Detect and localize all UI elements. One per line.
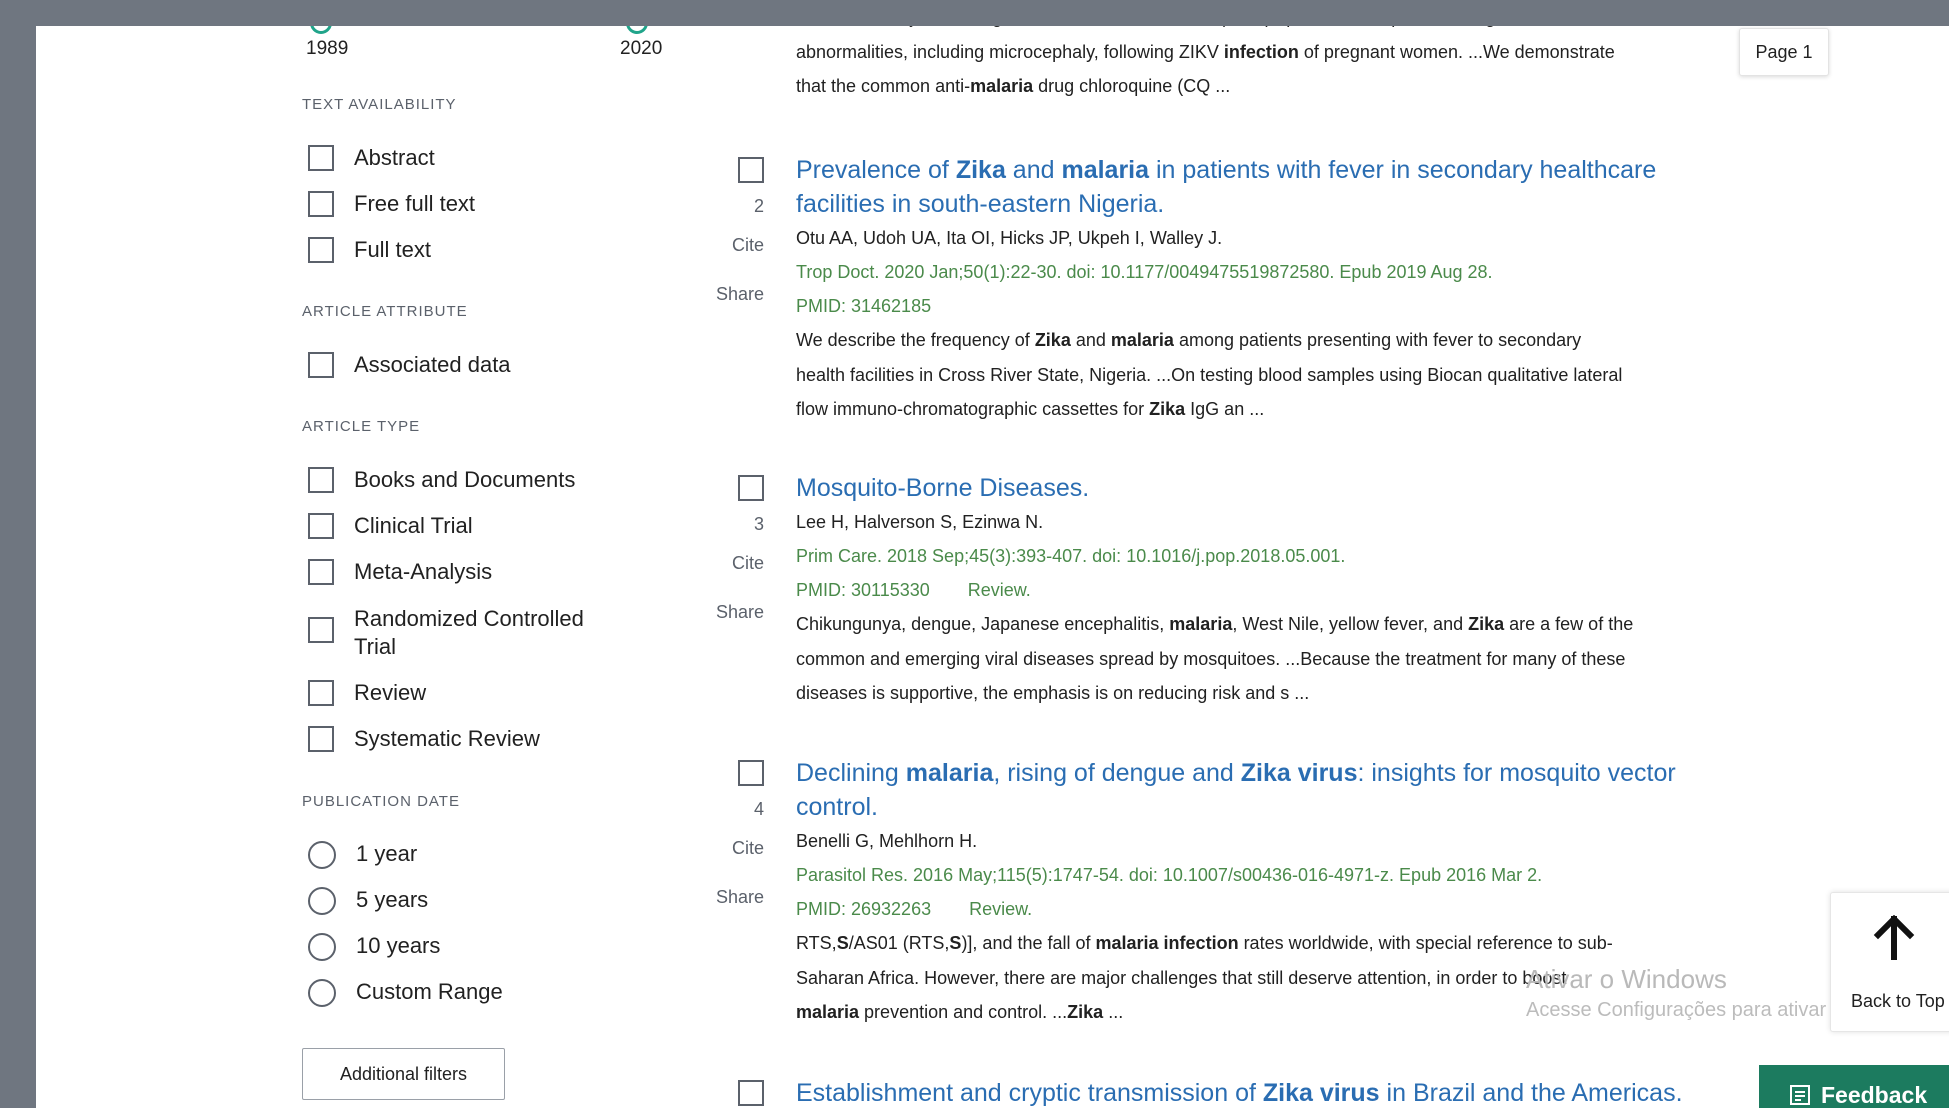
article-authors: Otu AA, Udoh UA, Ita OI, Hicks JP, Ukpeh… (796, 228, 1223, 248)
year-start-label: 1989 (306, 38, 349, 59)
checkbox[interactable] (308, 352, 334, 378)
select-article-checkbox[interactable] (738, 157, 764, 183)
article-number: 3 (753, 514, 764, 534)
back-to-top-button[interactable]: Back to Top (1830, 892, 1949, 1032)
filter-randomized-controlled-trial[interactable]: Randomized Controlled Trial (308, 605, 614, 661)
feedback-label: Feedback (1821, 1081, 1928, 1108)
article-body: Mosquito-Borne Diseases. Lee H, Halverso… (796, 471, 1731, 711)
back-to-top-label: Back to Top (1851, 991, 1945, 1011)
filter-full-text[interactable]: Full text (308, 237, 431, 263)
article-pmid: PMID: 31462185 (796, 296, 932, 316)
publication-type: Review. (967, 580, 1031, 600)
filter-5-years[interactable]: 5 years (308, 887, 428, 915)
year-end-label: 2020 (620, 38, 663, 59)
snippet-line: that the common anti-malaria drug chloro… (796, 76, 1231, 96)
feedback-button[interactable]: Feedback (1759, 1065, 1949, 1108)
radio-button[interactable] (308, 933, 336, 961)
checkbox[interactable] (308, 191, 334, 217)
snippet-line: abnormalities, including microcephaly, f… (796, 41, 1615, 62)
filter-free-full-text[interactable]: Free full text (308, 191, 475, 217)
checkbox[interactable] (308, 145, 334, 171)
article-title-link[interactable]: Prevalence of Zika and malaria in patien… (796, 153, 1731, 221)
filter-review[interactable]: Review (308, 680, 426, 706)
slider-end-handle[interactable] (626, 26, 648, 34)
filter-meta-analysis[interactable]: Meta-Analysis (308, 559, 492, 585)
article-1-snippet: One of the major challenges of the curre… (796, 26, 1731, 104)
additional-filters-button[interactable]: Additional filters (302, 1048, 505, 1100)
article-authors: Lee H, Halverson S, Ezinwa N. (796, 512, 1044, 532)
filter-clinical-trial[interactable]: Clinical Trial (308, 513, 473, 539)
select-article-checkbox[interactable] (738, 1080, 764, 1106)
article-citation: Trop Doct. 2020 Jan;50(1):22-30. doi: 10… (796, 262, 1493, 282)
pubmed-results-page: 1989 2020 TEXT AVAILABILITY Abstract Fre… (36, 26, 1949, 1108)
filter-abstract[interactable]: Abstract (308, 145, 435, 171)
share-button[interactable]: Share (716, 602, 764, 623)
snippet-line: One of the major challenges of the curre… (796, 26, 1731, 35)
article-authors: Benelli G, Mehlhorn H. (796, 831, 978, 851)
article-body: Prevalence of Zika and malaria in patien… (796, 153, 1731, 427)
radio-button[interactable] (308, 887, 336, 915)
article-type-heading: ARTICLE TYPE (302, 418, 421, 435)
cite-button[interactable]: Cite (732, 838, 764, 859)
select-article-checkbox[interactable] (738, 475, 764, 501)
publication-date-heading: PUBLICATION DATE (302, 793, 460, 810)
checkbox[interactable] (308, 617, 334, 643)
checkbox[interactable] (308, 680, 334, 706)
filter-10-years[interactable]: 10 years (308, 933, 440, 961)
article-number: 2 (753, 196, 764, 216)
article-title-link[interactable]: Mosquito-Borne Diseases. (796, 471, 1731, 505)
article-pmid: PMID: 26932263 Review. (796, 899, 1033, 919)
article-pmid: PMID: 30115330 Review. (796, 580, 1031, 600)
windows-activation-watermark: Ativar o Windows (1526, 964, 1727, 994)
checkbox[interactable] (308, 237, 334, 263)
article-title-link[interactable]: Declining malaria, rising of dengue and … (796, 756, 1731, 824)
cite-button[interactable]: Cite (732, 235, 764, 256)
cite-button[interactable]: Cite (732, 553, 764, 574)
checkbox[interactable] (308, 726, 334, 752)
article-snippet: We describe the frequency of Zika and ma… (796, 330, 1623, 419)
filter-custom-range[interactable]: Custom Range (308, 979, 503, 1007)
arrow-up-icon (1873, 915, 1915, 960)
checkbox[interactable] (308, 513, 334, 539)
article-number: 4 (753, 799, 764, 819)
slider-start-handle[interactable] (310, 26, 332, 34)
filter-1-year[interactable]: 1 year (308, 841, 417, 869)
checkbox[interactable] (308, 467, 334, 493)
radio-button[interactable] (308, 979, 336, 1007)
filter-books-and-documents[interactable]: Books and Documents (308, 467, 575, 493)
select-article-checkbox[interactable] (738, 760, 764, 786)
year-range-slider[interactable]: 1989 2020 (302, 26, 682, 66)
article-body: Establishment and cryptic transmission o… (796, 1076, 1731, 1108)
text-availability-heading: TEXT AVAILABILITY (302, 96, 457, 113)
checkbox[interactable] (308, 559, 334, 585)
filter-systematic-review[interactable]: Systematic Review (308, 726, 540, 752)
article-citation: Prim Care. 2018 Sep;45(3):393-407. doi: … (796, 546, 1346, 566)
article-citation: Parasitol Res. 2016 May;115(5):1747-54. … (796, 865, 1543, 885)
feedback-icon (1790, 1085, 1810, 1105)
article-title-link[interactable]: Establishment and cryptic transmission o… (796, 1076, 1731, 1108)
publication-type: Review. (969, 899, 1033, 919)
article-snippet: Chikungunya, dengue, Japanese encephalit… (796, 614, 1634, 703)
share-button[interactable]: Share (716, 887, 764, 908)
radio-button[interactable] (308, 841, 336, 869)
filter-associated-data[interactable]: Associated data (308, 352, 511, 378)
share-button[interactable]: Share (716, 284, 764, 305)
article-attribute-heading: ARTICLE ATTRIBUTE (302, 303, 468, 320)
page-number-badge: Page 1 (1739, 28, 1829, 76)
